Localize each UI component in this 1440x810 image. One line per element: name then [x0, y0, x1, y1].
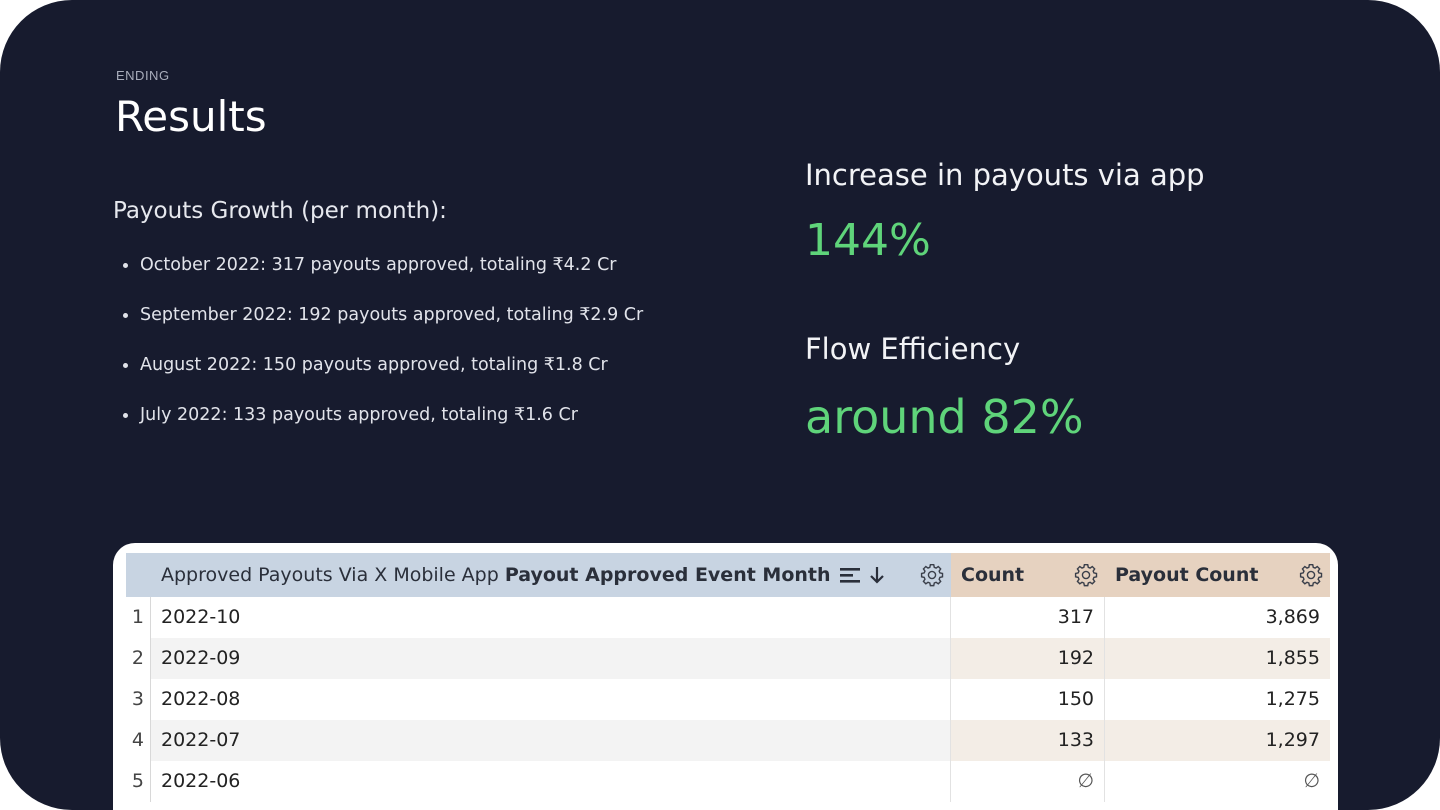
page-title: Results: [115, 92, 267, 141]
cell-count: 192: [951, 638, 1105, 679]
gear-icon[interactable]: [1298, 562, 1324, 588]
cell-month: 2022-07: [151, 720, 951, 761]
results-table: Approved Payouts Via X Mobile App Payout…: [126, 553, 1330, 802]
cell-payout-count: 3,869: [1265, 606, 1320, 628]
results-table-card: Approved Payouts Via X Mobile App Payout…: [113, 543, 1338, 810]
gear-icon[interactable]: [919, 562, 945, 588]
growth-heading: Payouts Growth (per month):: [113, 198, 447, 224]
cell-month: 2022-06: [151, 761, 951, 802]
stat-label-efficiency: Flow Efficiency: [805, 332, 1021, 366]
cell-count-null: ∅: [951, 761, 1105, 802]
table-row[interactable]: 2 2022-09 192 1,855: [126, 638, 1330, 679]
list-item: September 2022: 192 payouts approved, to…: [120, 298, 643, 348]
table-row[interactable]: 5 2022-06 ∅ ∅: [126, 761, 1330, 802]
column-header-month-name: Payout Approved Event Month: [504, 564, 831, 586]
table-row[interactable]: 1 2022-10 317 3,869: [126, 597, 1330, 638]
index-header: [126, 553, 151, 597]
column-header-count[interactable]: Count: [951, 553, 1105, 597]
cell-payout-count: 1,275: [1265, 688, 1320, 710]
cell-count: 150: [951, 679, 1105, 720]
gear-icon[interactable]: [1073, 562, 1099, 588]
eyebrow-label: ENDING: [116, 68, 170, 83]
row-index: 1: [126, 597, 151, 638]
row-index: 5: [126, 761, 151, 802]
growth-list: October 2022: 317 payouts approved, tota…: [120, 248, 643, 448]
stat-value-increase: 144%: [805, 215, 931, 266]
slide: ENDING Results Payouts Growth (per month…: [0, 0, 1440, 810]
cell-payout-count-null: ∅: [1303, 770, 1320, 792]
stat-value-efficiency: around 82%: [805, 390, 1084, 444]
table-row[interactable]: 3 2022-08 150 1,275: [126, 679, 1330, 720]
cell-count: 133: [951, 720, 1105, 761]
column-header-payout-count[interactable]: Payout Count: [1105, 553, 1330, 597]
cell-month: 2022-08: [151, 679, 951, 720]
column-header-payout-count-label: Payout Count: [1115, 564, 1259, 586]
list-item: October 2022: 317 payouts approved, tota…: [120, 248, 643, 298]
column-header-count-label: Count: [961, 564, 1025, 586]
row-index: 4: [126, 720, 151, 761]
row-index: 3: [126, 679, 151, 720]
cell-payout-count: 1,855: [1105, 638, 1330, 679]
arrow-down-icon[interactable]: [869, 565, 885, 585]
stat-label-increase: Increase in payouts via app: [805, 158, 1205, 192]
cell-count: 317: [951, 597, 1105, 638]
table-row[interactable]: 4 2022-07 133 1,297: [126, 720, 1330, 761]
row-index: 2: [126, 638, 151, 679]
cell-payout-count: 1,297: [1105, 720, 1330, 761]
table-header: Approved Payouts Via X Mobile App Payout…: [126, 553, 1330, 597]
list-item: August 2022: 150 payouts approved, total…: [120, 348, 643, 398]
sort-lines-icon[interactable]: [839, 566, 861, 584]
cell-month: 2022-10: [151, 597, 951, 638]
list-item: July 2022: 133 payouts approved, totalin…: [120, 398, 643, 448]
column-header-month[interactable]: Approved Payouts Via X Mobile App Payout…: [151, 553, 951, 597]
column-header-month-prefix: Approved Payouts Via X Mobile App: [161, 564, 499, 586]
cell-month: 2022-09: [151, 638, 951, 679]
